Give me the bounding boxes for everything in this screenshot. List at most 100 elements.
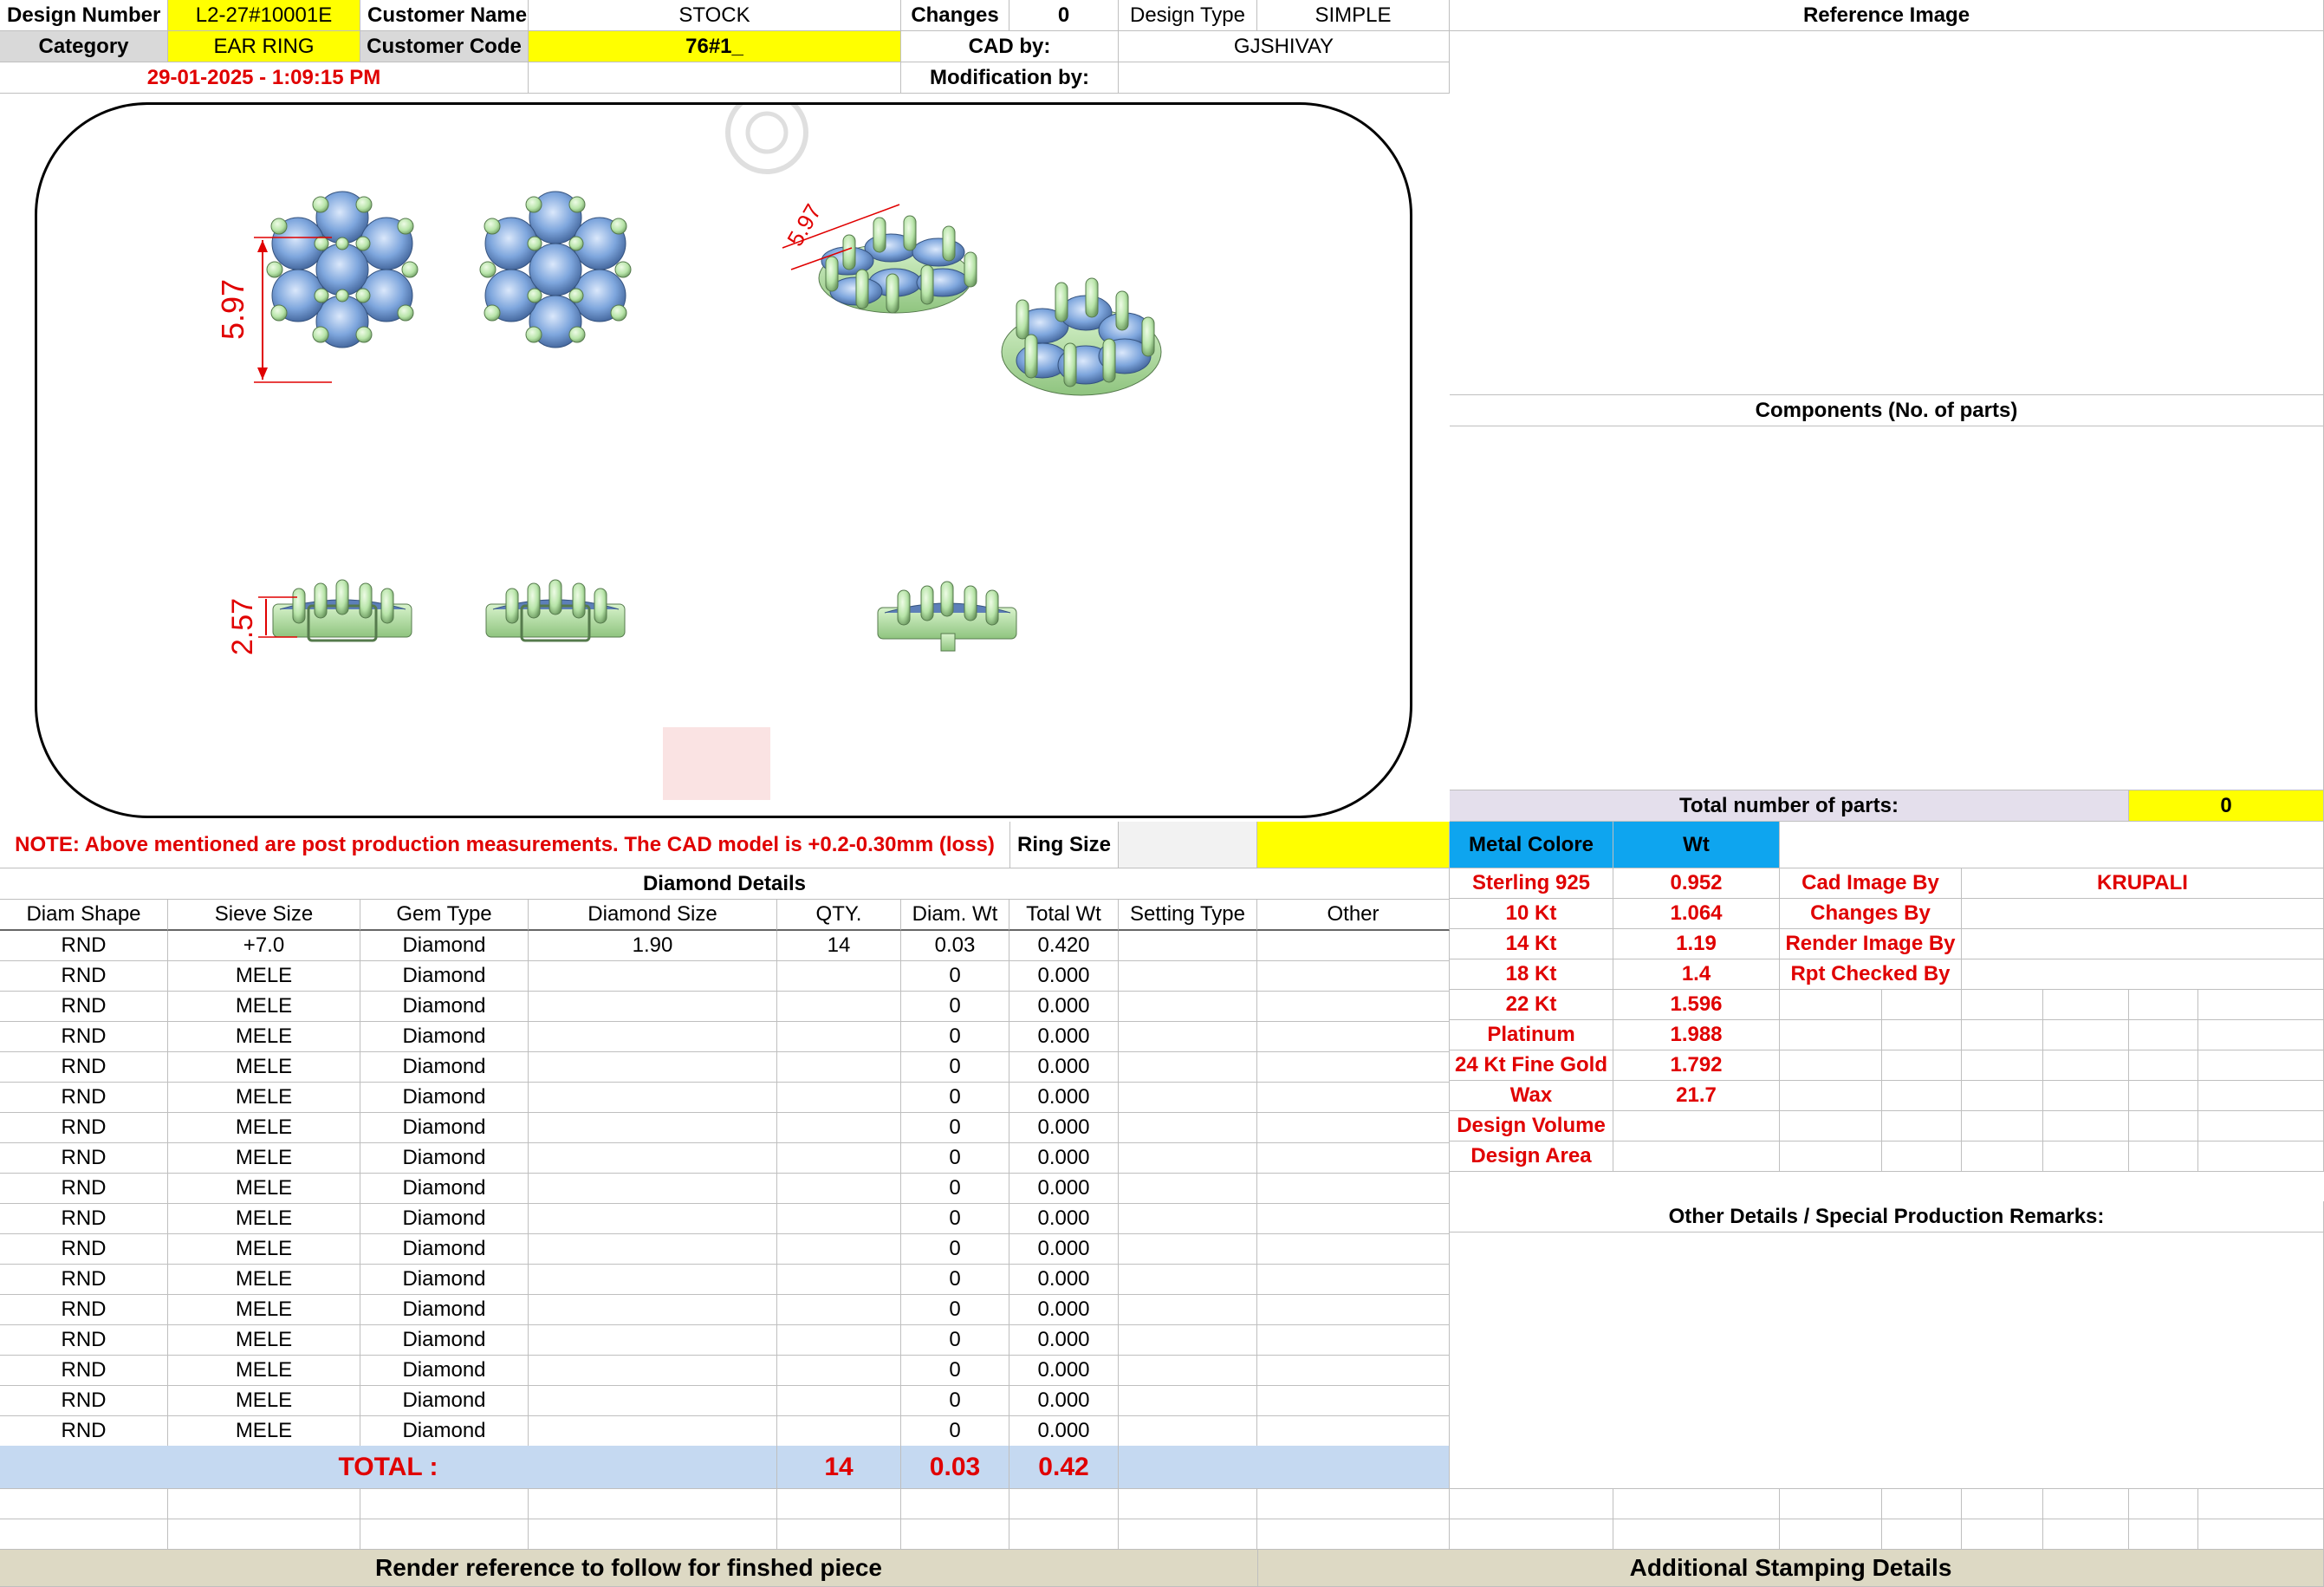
cell-setting-type[interactable] [1119, 1204, 1257, 1234]
cell-diam-wt[interactable]: 0 [901, 1174, 1009, 1204]
cell-diamond-size[interactable] [529, 1174, 777, 1204]
cell-qty[interactable] [777, 961, 901, 992]
cell-qty[interactable] [777, 1174, 901, 1204]
cell-qty[interactable] [777, 1143, 901, 1174]
cell-total-wt[interactable]: 0.000 [1009, 1325, 1119, 1356]
cell-other[interactable] [1257, 1356, 1450, 1386]
cell-diam-wt[interactable]: 0 [901, 1416, 1009, 1447]
cell-total-wt[interactable]: 0.000 [1009, 1416, 1119, 1447]
cell-diamond-size[interactable] [529, 1265, 777, 1295]
customer-name-value[interactable]: STOCK [529, 0, 901, 31]
cell-qty[interactable]: 14 [777, 931, 901, 961]
metal-weight-value[interactable]: 1.792 [1613, 1050, 1780, 1081]
cell-diamond-size[interactable] [529, 1295, 777, 1325]
cell-diamond-size[interactable] [529, 1356, 777, 1386]
cell-other[interactable] [1257, 1083, 1450, 1113]
metal-weight-value[interactable]: 0.952 [1613, 868, 1780, 899]
cell-diamond-size[interactable] [529, 1386, 777, 1416]
cell-qty[interactable] [777, 1052, 901, 1083]
credit-value[interactable] [1962, 899, 2324, 929]
cell-total-wt[interactable]: 0.000 [1009, 1386, 1119, 1416]
cell-diam-wt[interactable]: 0 [901, 1386, 1009, 1416]
cell-setting-type[interactable] [1119, 1143, 1257, 1174]
cell-diam-wt[interactable]: 0 [901, 1113, 1009, 1143]
credit-value[interactable] [1962, 929, 2324, 959]
metal-weight-value[interactable]: 1.4 [1613, 959, 1780, 990]
cell-setting-type[interactable] [1119, 992, 1257, 1022]
cell-diamond-size[interactable]: 1.90 [529, 931, 777, 961]
cell-diamond-size[interactable] [529, 1234, 777, 1265]
metal-weight-value[interactable]: 1.064 [1613, 899, 1780, 929]
cell-diam-wt[interactable]: 0 [901, 1295, 1009, 1325]
cell-qty[interactable] [777, 1204, 901, 1234]
cell-other[interactable] [1257, 931, 1450, 961]
cell-diam-wt[interactable]: 0 [901, 1143, 1009, 1174]
changes-value[interactable]: 0 [1009, 0, 1119, 31]
cell-setting-type[interactable] [1119, 1174, 1257, 1204]
cell-diam-wt[interactable]: 0 [901, 1265, 1009, 1295]
cell-diam-wt[interactable]: 0 [901, 1022, 1009, 1052]
cell-total-wt[interactable]: 0.000 [1009, 1174, 1119, 1204]
cell-other[interactable] [1257, 1325, 1450, 1356]
cell-diam-wt[interactable]: 0 [901, 961, 1009, 992]
modification-by-value[interactable] [1119, 62, 1450, 94]
cell-qty[interactable] [777, 1356, 901, 1386]
cell-diam-wt[interactable]: 0 [901, 1083, 1009, 1113]
cell-total-wt[interactable]: 0.000 [1009, 992, 1119, 1022]
cell-setting-type[interactable] [1119, 1265, 1257, 1295]
metal-weight-value[interactable]: 21.7 [1613, 1081, 1780, 1111]
cell-other[interactable] [1257, 1265, 1450, 1295]
cell-other[interactable] [1257, 1234, 1450, 1265]
cell-total-wt[interactable]: 0.000 [1009, 1204, 1119, 1234]
cell-qty[interactable] [777, 1295, 901, 1325]
cell-qty[interactable] [777, 1083, 901, 1113]
cell-other[interactable] [1257, 1022, 1450, 1052]
cell-diamond-size[interactable] [529, 1022, 777, 1052]
cell-diamond-size[interactable] [529, 1083, 777, 1113]
cell-diam-wt[interactable]: 0 [901, 1356, 1009, 1386]
category-value[interactable]: EAR RING [168, 31, 360, 62]
cell-other[interactable] [1257, 992, 1450, 1022]
ring-size-highlight[interactable] [1257, 822, 1450, 868]
cell-diamond-size[interactable] [529, 1204, 777, 1234]
cell-setting-type[interactable] [1119, 1113, 1257, 1143]
cell-diam-wt[interactable]: 0 [901, 1325, 1009, 1356]
cell-other[interactable] [1257, 1416, 1450, 1447]
cell-diamond-size[interactable] [529, 1143, 777, 1174]
cell-setting-type[interactable] [1119, 931, 1257, 961]
cell-total-wt[interactable]: 0.000 [1009, 1143, 1119, 1174]
cell-total-wt[interactable]: 0.420 [1009, 931, 1119, 961]
cell-diamond-size[interactable] [529, 1052, 777, 1083]
cell-setting-type[interactable] [1119, 1386, 1257, 1416]
ring-size-value[interactable] [1119, 822, 1257, 868]
cell-qty[interactable] [777, 992, 901, 1022]
metal-weight-value[interactable]: 1.19 [1613, 929, 1780, 959]
cell-setting-type[interactable] [1119, 1234, 1257, 1265]
cell-diam-wt[interactable]: 0 [901, 1204, 1009, 1234]
customer-code-value[interactable]: 76#1_ [529, 31, 901, 62]
cell-qty[interactable] [777, 1386, 901, 1416]
cell-diamond-size[interactable] [529, 1416, 777, 1447]
cell-total-wt[interactable]: 0.000 [1009, 1356, 1119, 1386]
cell-diam-wt[interactable]: 0.03 [901, 931, 1009, 961]
cell-setting-type[interactable] [1119, 961, 1257, 992]
cell-total-wt[interactable]: 0.000 [1009, 1083, 1119, 1113]
cell-qty[interactable] [777, 1234, 901, 1265]
cell-qty[interactable] [777, 1265, 901, 1295]
cad-by-value[interactable]: GJSHIVAY [1119, 31, 1450, 62]
cell-diam-wt[interactable]: 0 [901, 1052, 1009, 1083]
cell-setting-type[interactable] [1119, 1295, 1257, 1325]
cell-setting-type[interactable] [1119, 1022, 1257, 1052]
cell-setting-type[interactable] [1119, 1083, 1257, 1113]
cell-setting-type[interactable] [1119, 1356, 1257, 1386]
credit-value[interactable] [1962, 959, 2324, 990]
cell-qty[interactable] [777, 1416, 901, 1447]
cell-other[interactable] [1257, 1295, 1450, 1325]
cell-total-wt[interactable]: 0.000 [1009, 1234, 1119, 1265]
cell-diam-wt[interactable]: 0 [901, 1234, 1009, 1265]
metal-weight-value[interactable] [1613, 1111, 1780, 1141]
cell-diamond-size[interactable] [529, 1325, 777, 1356]
metal-weight-value[interactable]: 1.988 [1613, 1020, 1780, 1050]
cell-other[interactable] [1257, 1174, 1450, 1204]
metal-weight-value[interactable]: 1.596 [1613, 990, 1780, 1020]
